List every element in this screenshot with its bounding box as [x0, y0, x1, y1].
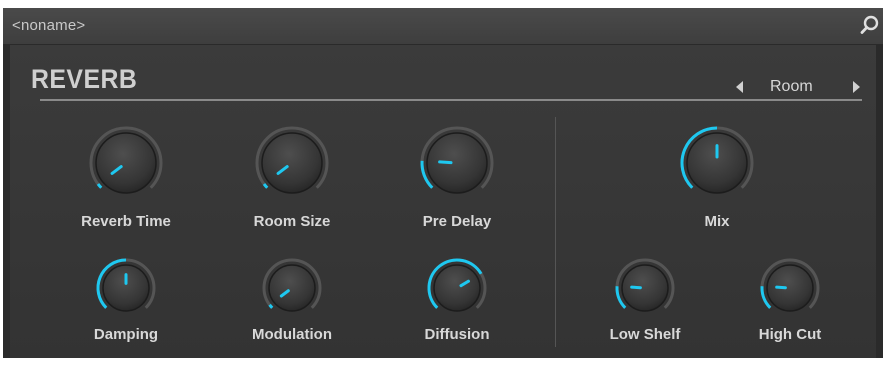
preset-name[interactable]: <noname> [12, 17, 85, 34]
search-icon[interactable] [859, 14, 881, 36]
knob-body [433, 264, 481, 312]
knob-body [95, 132, 157, 194]
knob-value-arc [96, 183, 103, 189]
knob-body [261, 132, 323, 194]
knob-body [686, 132, 748, 194]
knob-body [621, 264, 669, 312]
reverb-time-knob[interactable] [86, 123, 166, 203]
damping-knob[interactable] [93, 255, 159, 321]
pre-delay-knob[interactable] [417, 123, 497, 203]
reverb-mode-selector[interactable]: Room [770, 78, 830, 96]
mix-label: Mix [704, 213, 730, 230]
preset-header: <noname> [3, 8, 883, 45]
low-shelf-label: Low Shelf [609, 326, 681, 343]
effect-title: REVERB [31, 64, 138, 94]
room-size-knob[interactable] [252, 123, 332, 203]
knob-body [102, 264, 150, 312]
modulation-label: Modulation [252, 326, 332, 343]
high-cut-label: High Cut [758, 326, 822, 343]
damping-label: Damping [93, 326, 159, 343]
triangle-right-icon[interactable] [849, 80, 863, 94]
title-divider [40, 99, 862, 101]
modulation-knob[interactable] [259, 255, 325, 321]
knob-body [766, 264, 814, 312]
knob-body [268, 264, 316, 312]
knob-indicator [630, 285, 642, 290]
high-cut-knob[interactable] [757, 255, 823, 321]
diffusion-label: Diffusion [424, 326, 490, 343]
knob-body [426, 132, 488, 194]
low-shelf-knob[interactable] [612, 255, 678, 321]
plugin-window: <noname> REVERB Room Reverb Time Room Si… [0, 0, 886, 365]
knob-value-arc [268, 303, 274, 309]
reverb-time-label: Reverb Time [81, 213, 171, 230]
room-size-label: Room Size [253, 213, 331, 230]
diffusion-knob[interactable] [424, 255, 490, 321]
mix-knob[interactable] [677, 123, 757, 203]
section-divider [555, 117, 556, 347]
triangle-left-icon[interactable] [733, 80, 747, 94]
knob-indicator [775, 285, 787, 290]
knob-indicator [438, 160, 453, 165]
knob-value-arc [262, 183, 269, 189]
pre-delay-label: Pre Delay [422, 213, 492, 230]
